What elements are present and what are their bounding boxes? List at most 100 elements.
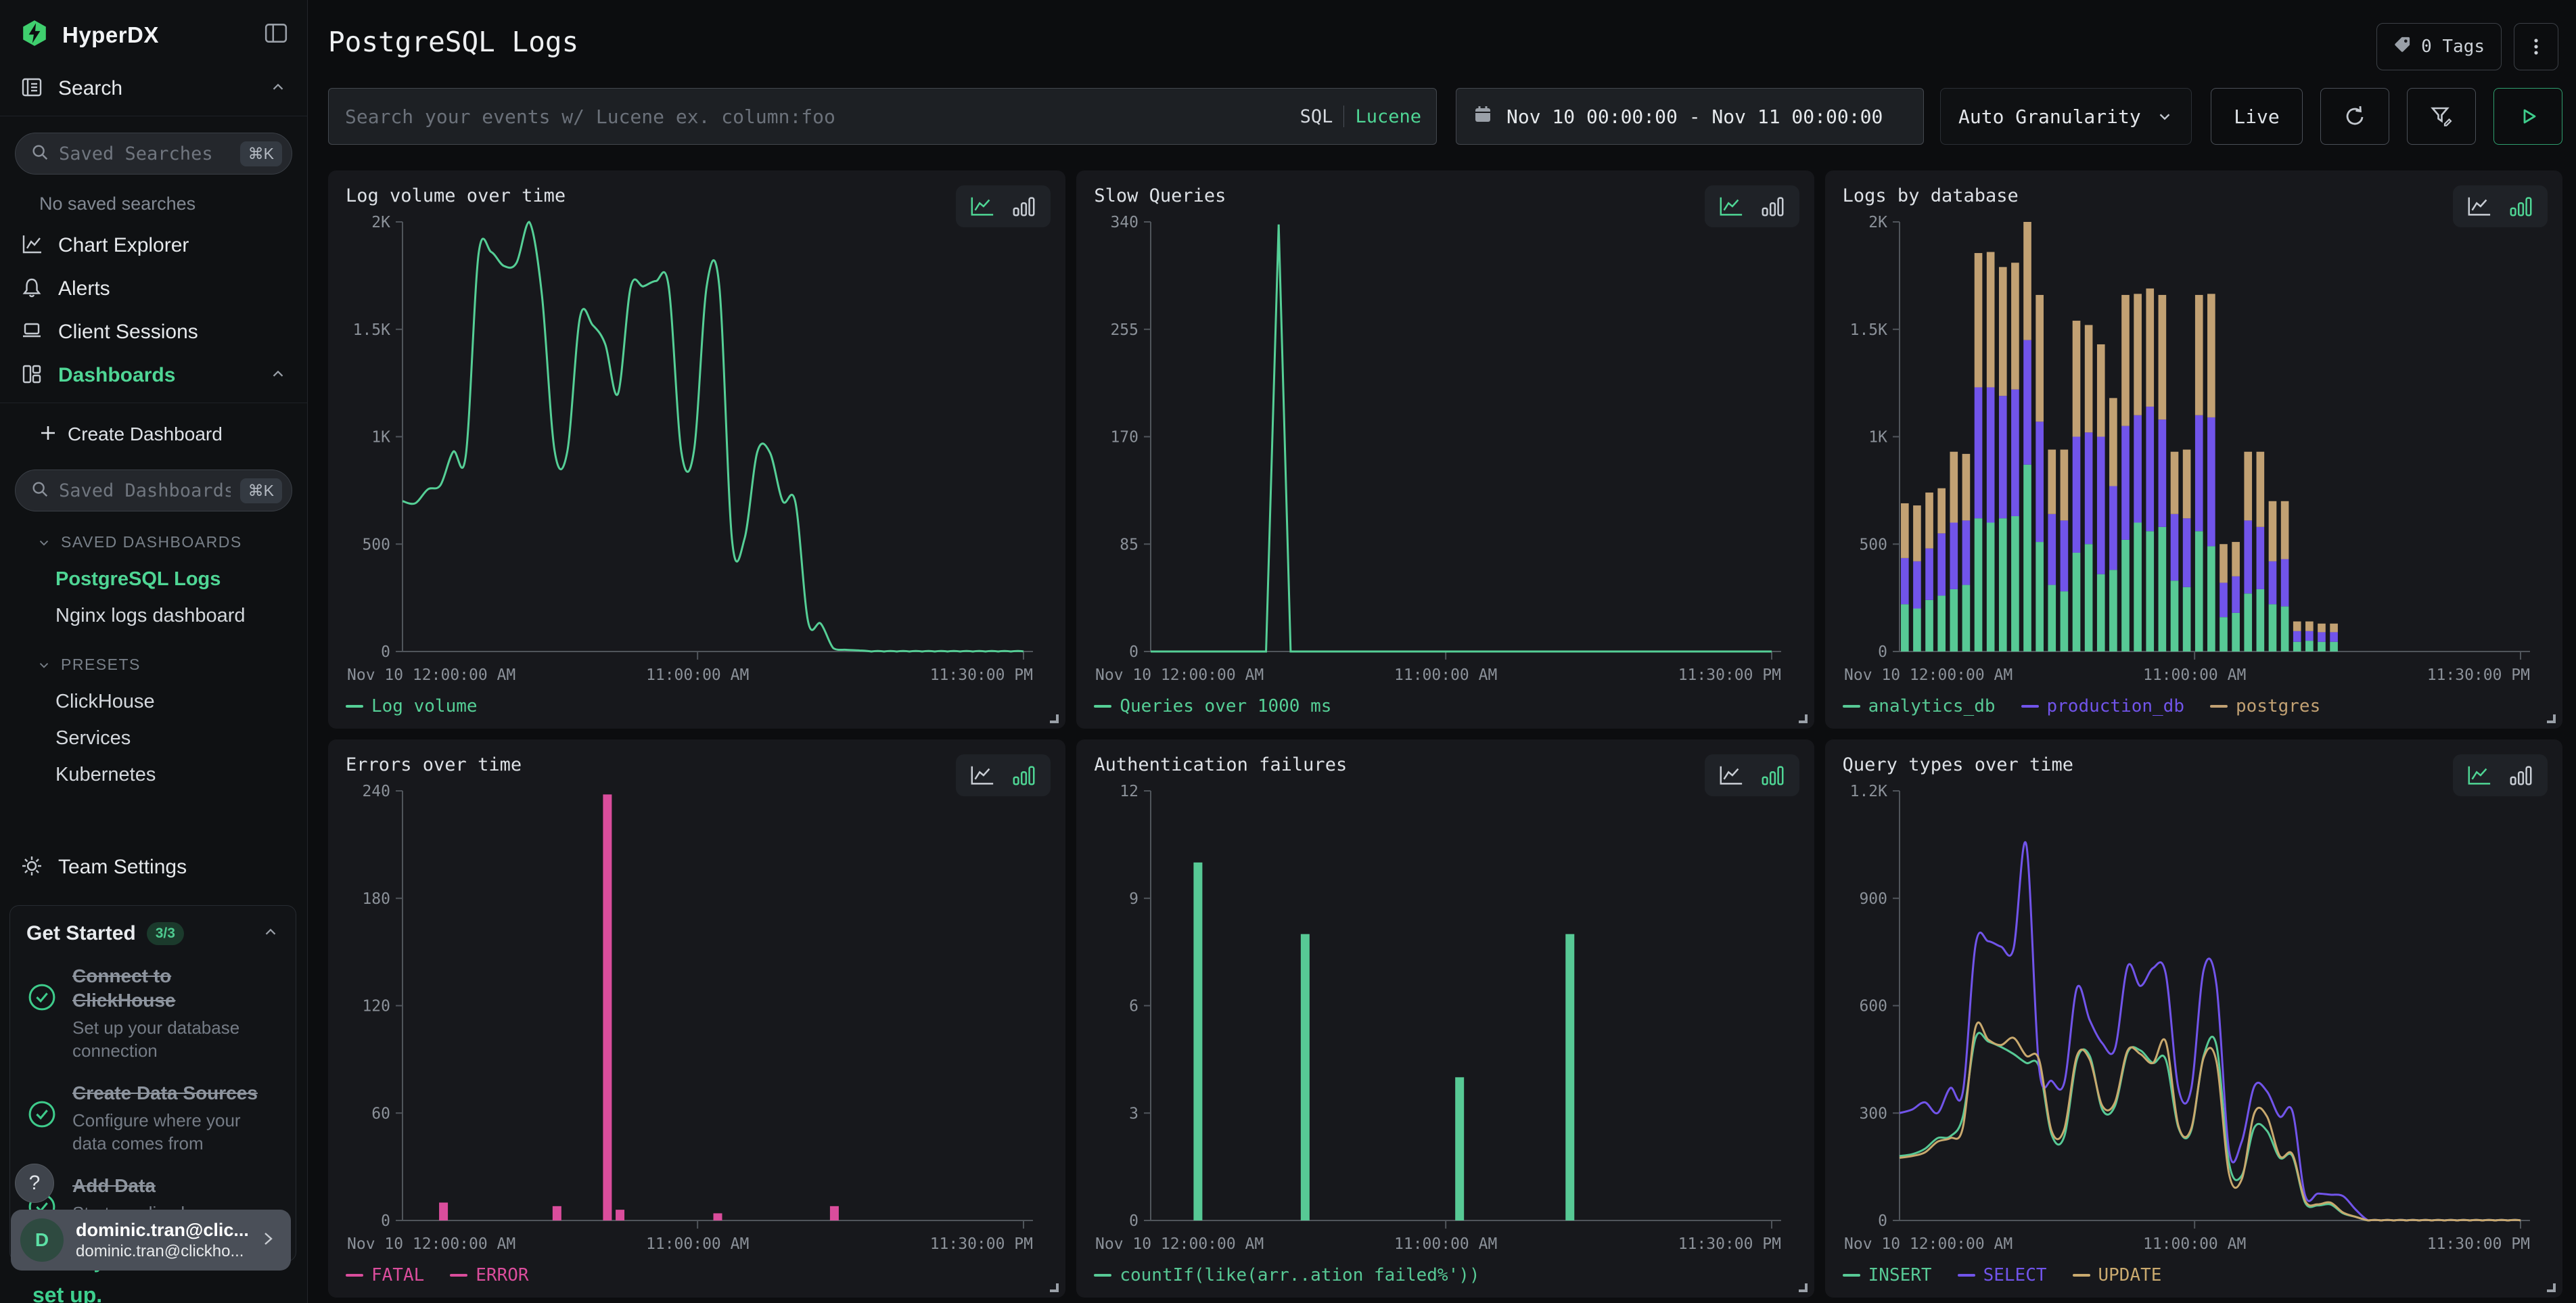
divider <box>1343 106 1344 127</box>
refresh-button[interactable] <box>2320 88 2389 145</box>
preset-link-clickhouse[interactable]: ClickHouse <box>55 683 307 720</box>
lucene-mode-toggle[interactable]: Lucene <box>1355 106 1421 127</box>
search-section-icon <box>20 76 43 102</box>
line-chart-icon[interactable] <box>2466 764 2492 787</box>
saved-searches-search[interactable]: ⌘K <box>15 133 292 175</box>
page-title: PostgreSQL Logs <box>328 26 2576 58</box>
preset-link-kubernetes[interactable]: Kubernetes <box>55 756 307 793</box>
sidebar-item-team-settings[interactable]: Team Settings <box>0 846 307 889</box>
calendar-icon <box>1473 104 1493 129</box>
preset-link-services[interactable]: Services <box>55 720 307 756</box>
svg-text:Nov 10 12:00:00 AM: Nov 10 12:00:00 AM <box>1844 666 2013 684</box>
legend-dash <box>450 1274 467 1277</box>
get-started-title: Get Started <box>26 922 136 945</box>
date-range-picker[interactable]: Nov 10 00:00:00 - Nov 11 00:00:00 <box>1456 88 1924 145</box>
granularity-select[interactable]: Auto Granularity <box>1940 88 2192 145</box>
refresh-icon <box>2342 104 2368 129</box>
panel-resize-handle[interactable] <box>1799 1283 1808 1292</box>
sidebar-item-alerts[interactable]: Alerts <box>0 267 307 311</box>
bar-chart-icon[interactable] <box>1011 764 1037 787</box>
event-search-box: SQL Lucene <box>328 88 1437 145</box>
chart-legend: INSERTSELECTUPDATE <box>1843 1260 2548 1291</box>
sidebar-item-search[interactable]: Search <box>0 67 307 110</box>
chart-panel-3: Logs by database2K1.5K1K5000Nov 10 12:00… <box>1825 170 2562 729</box>
legend-label: analytics_db <box>1868 696 1996 716</box>
svg-text:11:30:00 PM: 11:30:00 PM <box>1678 1235 1781 1253</box>
toolbar: SQL Lucene Nov 10 00:00:00 - Nov 11 00:0… <box>328 88 2562 145</box>
svg-text:11:30:00 PM: 11:30:00 PM <box>930 666 1033 684</box>
dashboards-grid-icon <box>20 363 43 389</box>
svg-text:11:30:00 PM: 11:30:00 PM <box>2426 1235 2529 1253</box>
bar-chart-icon[interactable] <box>1760 195 1786 218</box>
sidebar-item-chart-explorer[interactable]: Chart Explorer <box>0 224 307 267</box>
plus-icon <box>39 424 57 445</box>
check-circle-icon <box>26 964 59 1062</box>
dashboard-menu-button[interactable] <box>2514 23 2558 70</box>
line-chart-icon[interactable] <box>1718 764 1744 787</box>
collapse-sidebar-icon[interactable] <box>264 22 288 48</box>
sidebar-item-label: Team Settings <box>58 856 187 879</box>
svg-text:60: 60 <box>371 1105 390 1122</box>
svg-text:11:00:00 AM: 11:00:00 AM <box>646 1235 749 1253</box>
granularity-value: Auto Granularity <box>1958 106 2141 128</box>
svg-text:1K: 1K <box>371 429 390 447</box>
legend-item: Log volume <box>346 696 478 716</box>
chart-area: 240180120600Nov 10 12:00:00 AM11:00:00 A… <box>346 780 1051 1260</box>
svg-text:1K: 1K <box>1868 429 1887 447</box>
live-button[interactable]: Live <box>2211 88 2303 145</box>
section-saved-dashboards[interactable]: SAVED DASHBOARDS <box>37 533 307 551</box>
chart-mode-toggle <box>956 754 1051 796</box>
section-presets[interactable]: PRESETS <box>37 656 307 674</box>
tags-button[interactable]: 0 Tags <box>2376 23 2502 70</box>
legend-dash <box>346 1274 363 1277</box>
chevron-up-icon <box>269 78 287 99</box>
saved-dashboards-input[interactable] <box>59 480 231 501</box>
panel-resize-handle[interactable] <box>2547 1283 2556 1292</box>
line-chart-icon[interactable] <box>969 195 995 218</box>
user-menu[interactable]: D dominic.tran@clic... dominic.tran@clic… <box>11 1210 291 1271</box>
svg-text:11:00:00 AM: 11:00:00 AM <box>1394 1235 1497 1253</box>
event-search-input[interactable] <box>329 89 1300 144</box>
help-button[interactable]: ? <box>15 1164 54 1203</box>
chart-mode-toggle <box>1705 754 1799 796</box>
sidebar-item-client-sessions[interactable]: Client Sessions <box>0 311 307 354</box>
saved-dashboards-search[interactable]: ⌘K <box>15 470 292 511</box>
chevron-up-icon[interactable] <box>262 923 279 944</box>
line-chart-icon[interactable] <box>969 764 995 787</box>
line-chart-icon[interactable] <box>1718 195 1744 218</box>
date-range-value: Nov 10 00:00:00 - Nov 11 00:00:00 <box>1506 106 1883 128</box>
svg-text:11:30:00 PM: 11:30:00 PM <box>930 1235 1033 1253</box>
get-started-badge: 3/3 <box>147 922 184 945</box>
laptop-icon <box>20 319 43 346</box>
sidebar-item-dashboards[interactable]: Dashboards <box>0 354 307 397</box>
panel-resize-handle[interactable] <box>1799 714 1808 723</box>
check-circle-icon <box>26 1081 59 1155</box>
dashboard-link-nginx-logs[interactable]: Nginx logs dashboard <box>55 597 307 634</box>
bar-chart-icon[interactable] <box>1760 764 1786 787</box>
bar-chart-icon[interactable] <box>2508 764 2534 787</box>
filter-button[interactable] <box>2407 88 2476 145</box>
panel-resize-handle[interactable] <box>1050 1283 1059 1292</box>
bar-chart-icon[interactable] <box>2508 195 2534 218</box>
chart-explorer-icon <box>20 233 43 259</box>
run-query-button[interactable] <box>2493 88 2562 145</box>
chart-title: Slow Queries <box>1094 185 1799 211</box>
legend-item: countIf(like(arr..ation failed%')) <box>1094 1265 1479 1285</box>
svg-text:11:30:00 PM: 11:30:00 PM <box>1678 666 1781 684</box>
sql-mode-toggle[interactable]: SQL <box>1300 106 1333 127</box>
gear-icon <box>20 854 43 881</box>
create-dashboard-button[interactable]: Create Dashboard <box>0 415 307 453</box>
panel-resize-handle[interactable] <box>2547 714 2556 723</box>
saved-searches-input[interactable] <box>59 143 231 164</box>
get-started-step-connect[interactable]: Connect to ClickHouse Set up your databa… <box>26 964 279 1062</box>
svg-text:11:30:00 PM: 11:30:00 PM <box>2426 666 2529 684</box>
bar-chart-icon[interactable] <box>1011 195 1037 218</box>
dashboard-link-postgresql-logs[interactable]: PostgreSQL Logs <box>55 561 307 597</box>
no-saved-searches-text: No saved searches <box>39 193 307 214</box>
get-started-step-sources[interactable]: Create Data Sources Configure where your… <box>26 1081 279 1155</box>
sidebar-item-label: Client Sessions <box>58 321 198 344</box>
hyperdx-logo-icon <box>20 19 49 51</box>
legend-dash <box>1094 705 1111 708</box>
panel-resize-handle[interactable] <box>1050 714 1059 723</box>
line-chart-icon[interactable] <box>2466 195 2492 218</box>
